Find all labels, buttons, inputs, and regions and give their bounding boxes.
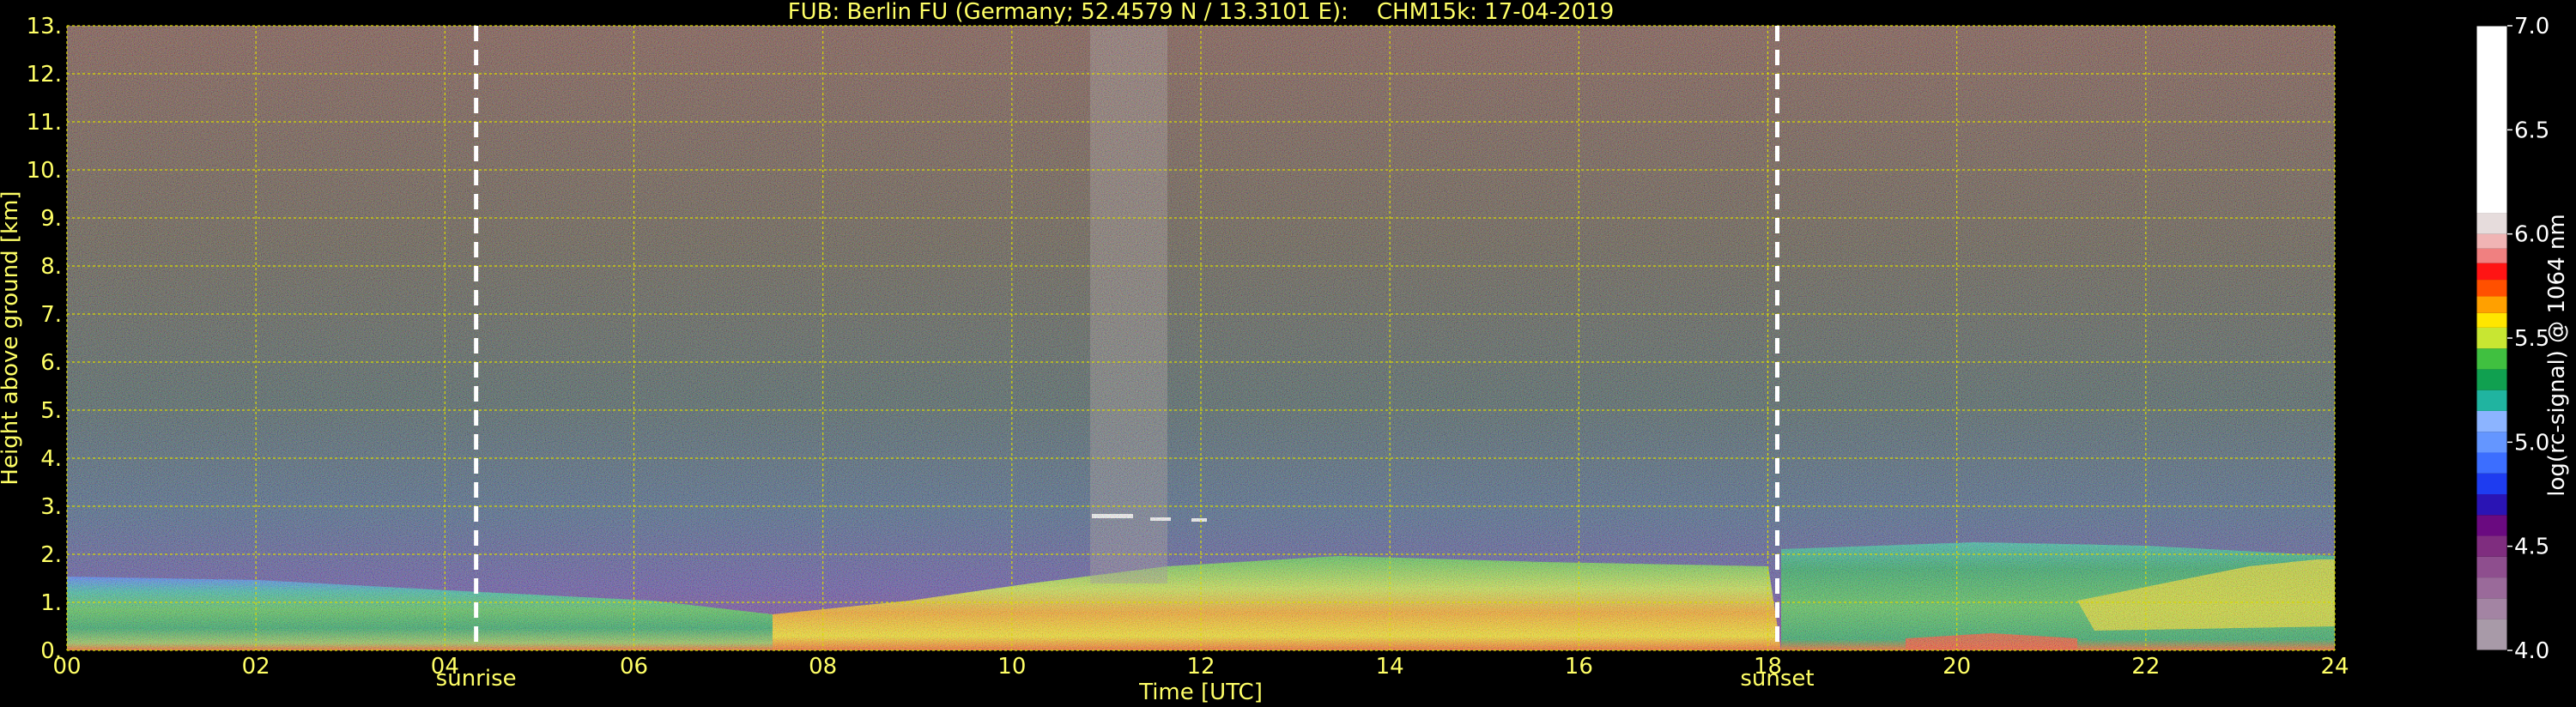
colorbar-band	[2476, 263, 2507, 281]
y-tick-label: 10.	[27, 158, 62, 184]
x-tick-label: 06	[620, 654, 648, 680]
colorbar-band	[2476, 369, 2507, 390]
colorbar-band	[2476, 296, 2507, 313]
y-tick-label: 0.	[40, 638, 62, 664]
y-tick-label: 12.	[27, 62, 62, 88]
event-marker-label: sunrise	[436, 666, 517, 692]
colorbar-band	[2476, 515, 2507, 536]
y-axis-ticks: 0. 1. 2. 3. 4. 5. 6. 7. 8. 9. 10. 11. 12. 13.	[27, 14, 62, 664]
colorbar-band	[2476, 452, 2507, 474]
colorbar-band	[2476, 213, 2507, 234]
y-tick-label: 13.	[27, 14, 62, 39]
x-tick-label: 20	[1943, 654, 1971, 680]
colorbar-band	[2476, 233, 2507, 249]
colorbar-band	[2476, 598, 2507, 619]
y-tick-label: 11.	[27, 110, 62, 136]
colorbar-band	[2476, 473, 2507, 494]
event-marker-label: sunset	[1740, 666, 1814, 692]
chart-title: FUB: Berlin FU (Germany; 52.4579 N / 13.…	[788, 0, 1615, 25]
colorbar-band	[2476, 248, 2507, 263]
plot-area	[66, 25, 2336, 651]
x-tick-label: 14	[1376, 654, 1404, 680]
colorbar-band	[2476, 26, 2507, 214]
y-tick-label: 1.	[40, 590, 62, 616]
x-axis-ticks: 00 02 04 06 08 10 12 14 16 18 20 22 24	[52, 654, 2349, 680]
y-axis-label: Height above ground [km]	[0, 190, 23, 485]
y-tick-label: 3.	[40, 494, 62, 520]
y-tick-label: 9.	[40, 206, 62, 232]
x-tick-label: 16	[1565, 654, 1593, 680]
y-tick-label: 6.	[40, 350, 62, 376]
y-tick-label: 8.	[40, 254, 62, 280]
ceilometer-chart: FUB: Berlin FU (Germany; 52.4579 N / 13.…	[0, 0, 2570, 705]
colorbar-band	[2476, 556, 2507, 578]
colorbar	[2476, 25, 2508, 651]
colorbar-band	[2476, 619, 2507, 650]
y-tick-label: 2.	[40, 542, 62, 568]
colorbar-band	[2476, 312, 2507, 328]
x-tick-label: 10	[997, 654, 1026, 680]
colorbar-band	[2476, 348, 2507, 370]
x-tick-label: 02	[242, 654, 270, 680]
colorbar-band	[2476, 535, 2507, 557]
colorbar-tick-label: 4.0	[2514, 638, 2549, 664]
y-tick-label: 4.	[40, 446, 62, 472]
colorbar-band	[2476, 410, 2507, 432]
colorbar-ticks: 4.04.55.05.56.06.57.0	[2507, 14, 2549, 664]
colorbar-band	[2476, 390, 2507, 411]
x-tick-label: 24	[2320, 654, 2349, 680]
colorbar-band	[2476, 494, 2507, 516]
colorbar-label: log(rc-signal) @ 1064 nm	[2544, 214, 2570, 496]
y-tick-label: 5.	[40, 398, 62, 424]
colorbar-tick-label: 4.5	[2514, 535, 2549, 560]
colorbar-band	[2476, 327, 2507, 349]
x-tick-label: 22	[2131, 654, 2160, 680]
x-axis-label: Time [UTC]	[1138, 680, 1263, 705]
x-tick-label: 12	[1186, 654, 1215, 680]
colorbar-tick-label: 7.0	[2514, 14, 2549, 39]
colorbar-band	[2476, 432, 2507, 453]
colorbar-band	[2476, 280, 2507, 297]
colorbar-band	[2476, 577, 2507, 599]
x-tick-label: 08	[809, 654, 837, 680]
y-tick-label: 7.	[40, 302, 62, 328]
colorbar-tick-label: 6.5	[2514, 118, 2549, 143]
